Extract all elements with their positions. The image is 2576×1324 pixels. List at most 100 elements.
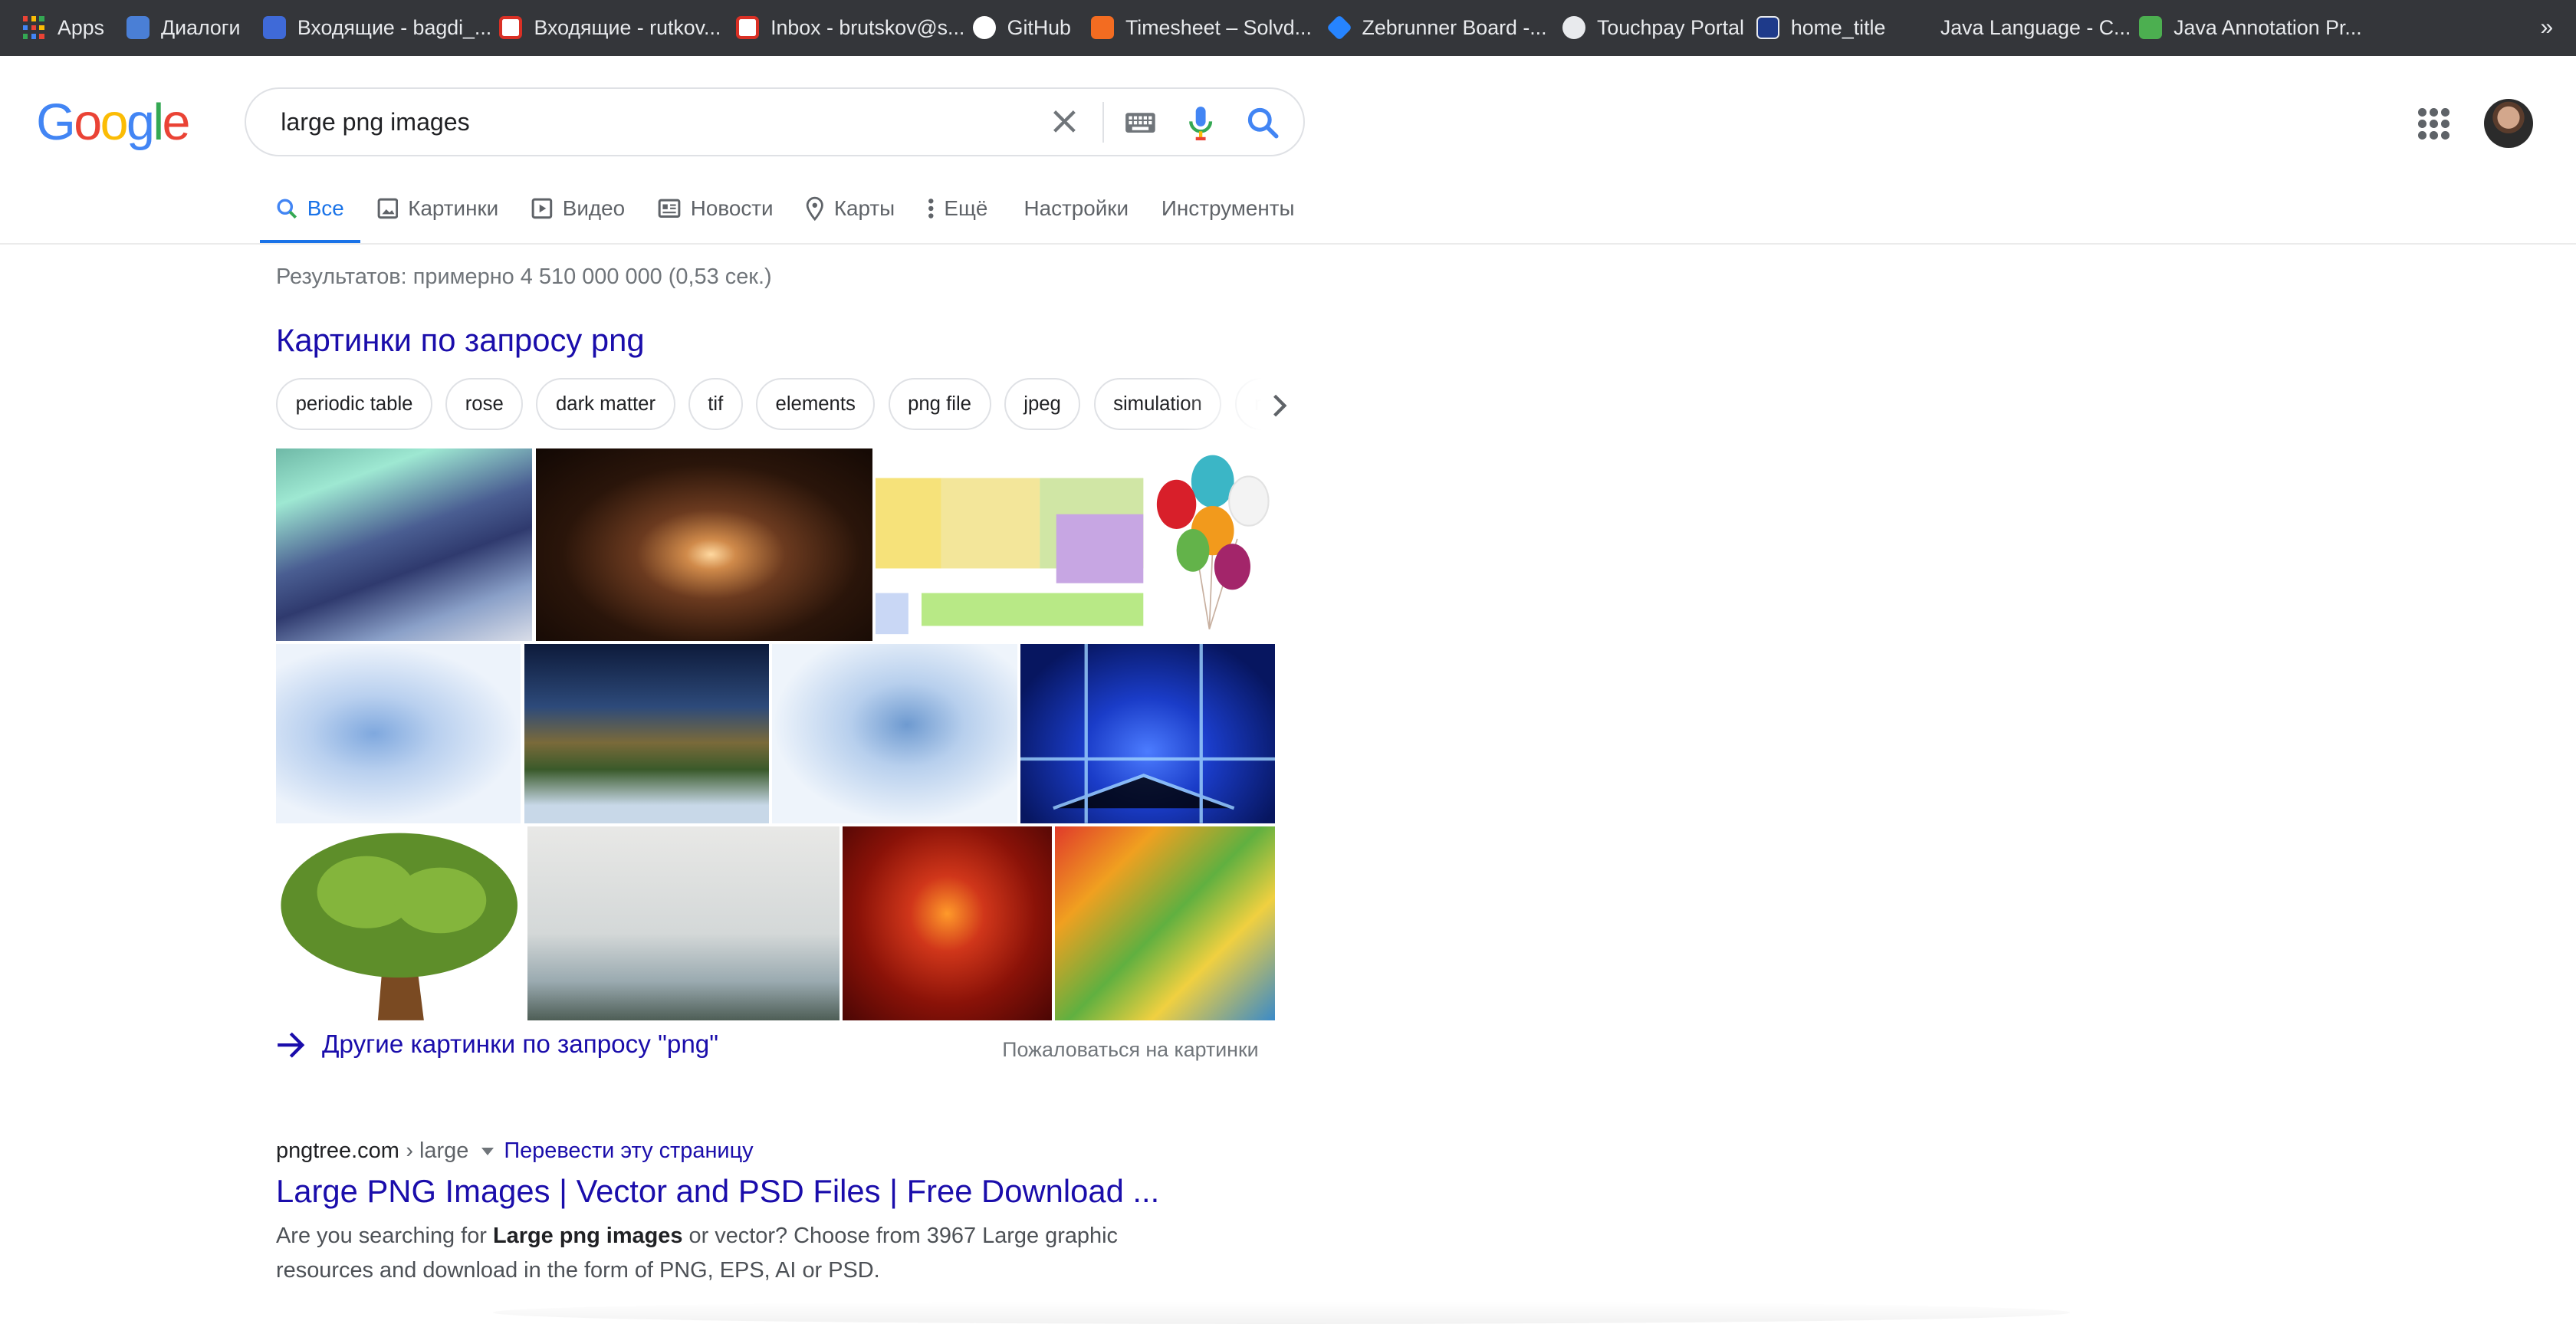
tab-label: Настройки xyxy=(1024,196,1129,221)
tab-label: Ещё xyxy=(944,196,988,221)
bookmarks-overflow-button[interactable]: » xyxy=(2541,15,2554,41)
avatar[interactable] xyxy=(2484,98,2534,148)
bookmark-apps[interactable]: Apps xyxy=(23,0,104,56)
tab-label: Видео xyxy=(562,196,626,221)
image-thumbnail-dark-matter[interactable] xyxy=(843,826,1052,1020)
chip[interactable]: rose xyxy=(445,377,524,431)
ics-icon xyxy=(1756,16,1779,40)
image-thumbnail-galaxy[interactable] xyxy=(535,448,872,641)
bookmark-label: Inbox - brutskov@s... xyxy=(770,15,965,39)
bookmark-dialogs[interactable]: Диалоги xyxy=(127,0,240,56)
tab-label: Все xyxy=(307,196,344,221)
gmail-icon xyxy=(736,16,760,40)
more-images-label: Другие картинки по запросу "png" xyxy=(322,1030,719,1059)
results-count: Результатов: примерно 4 510 000 000 (0,5… xyxy=(276,264,772,290)
tab-images[interactable]: Картинки xyxy=(360,177,515,239)
image-thumbnail-blue-cubes[interactable] xyxy=(1020,644,1275,823)
tab-label: Карты xyxy=(833,196,895,221)
logo-letter: G xyxy=(36,94,76,152)
chip[interactable]: tif xyxy=(688,377,743,431)
image-thumbnail-water-splash[interactable] xyxy=(276,644,521,823)
mail-icon xyxy=(262,16,286,40)
search-tabs: Все Картинки Видео Новости Карты Ещё Нас… xyxy=(259,177,1311,245)
chip[interactable]: jpeg xyxy=(1004,377,1081,431)
bookmark-inbox-brutskov[interactable]: Inbox - brutskov@s... xyxy=(736,0,964,56)
gmail-icon xyxy=(499,16,523,40)
tab-tools[interactable]: Инструменты xyxy=(1145,177,1310,239)
report-images-link[interactable]: Пожаловаться на картинки xyxy=(1002,1038,1258,1062)
bookmark-inbox-rutkov[interactable]: Входящие - rutkov... xyxy=(499,0,721,56)
snippet-bold: Large png images xyxy=(492,1224,683,1249)
microphone-icon[interactable] xyxy=(1188,105,1214,141)
bookmark-label: Java Language - C... xyxy=(1940,15,2131,39)
images-heading-link[interactable]: Картинки по запросу png xyxy=(276,322,645,359)
search-input[interactable] xyxy=(278,107,1007,139)
video-icon xyxy=(531,198,553,219)
search-icon xyxy=(277,199,297,219)
image-thumbnail-tree[interactable] xyxy=(276,826,524,1020)
chip[interactable]: periodic table xyxy=(276,377,433,431)
search-divider xyxy=(1102,101,1104,143)
jira-icon xyxy=(1326,15,1352,41)
result-breadcrumb: pngtree.com › large Перевести эту страни… xyxy=(276,1138,754,1164)
globe-icon xyxy=(1562,16,1585,40)
bookmark-label: Входящие - bagdi_... xyxy=(297,15,492,39)
logo-letter: l xyxy=(153,94,164,152)
chat-bubble-icon xyxy=(127,16,150,40)
translate-link[interactable]: Перевести эту страницу xyxy=(504,1138,753,1164)
tab-label: Картинки xyxy=(408,196,499,221)
bookmark-label: Touchpay Portal xyxy=(1596,15,1744,39)
bookmark-java-language[interactable]: Java Language - C... xyxy=(1906,0,2131,56)
header-divider xyxy=(0,243,2576,245)
image-thumbnail-aurora[interactable] xyxy=(276,448,533,641)
image-thumbnail-grass-flower[interactable] xyxy=(527,826,840,1020)
bookmark-inbox-bagdi[interactable]: Входящие - bagdi_... xyxy=(262,0,492,56)
bookmark-label: Timesheet – Solvd... xyxy=(1125,15,1312,39)
tab-news[interactable]: Новости xyxy=(642,177,790,239)
bookmark-timesheet[interactable]: Timesheet – Solvd... xyxy=(1090,0,1312,56)
keyboard-icon[interactable] xyxy=(1124,110,1157,136)
search-box xyxy=(245,87,1305,156)
logo-letter: o xyxy=(100,94,129,152)
clear-icon[interactable] xyxy=(1048,105,1081,138)
bookmark-label: GitHub xyxy=(1007,15,1071,39)
image-thumbnail-heatmap[interactable] xyxy=(1054,826,1275,1020)
tab-all[interactable]: Все xyxy=(259,177,361,245)
bookmarks-bar: Apps Диалоги Входящие - bagdi_... Входящ… xyxy=(0,0,2576,56)
image-thumbnail-balloons[interactable] xyxy=(1146,448,1275,641)
snippet-text: Are you searching for xyxy=(276,1224,493,1249)
image-icon xyxy=(377,198,398,219)
more-images-link[interactable]: Другие картинки по запросу "png" xyxy=(276,1030,718,1060)
tab-more[interactable]: Ещё xyxy=(912,177,1004,239)
tab-maps[interactable]: Карты xyxy=(790,177,912,239)
logo-letter: e xyxy=(162,94,191,152)
image-thumbnail-world-map[interactable] xyxy=(524,644,769,823)
chevron-right-icon[interactable] xyxy=(1268,393,1291,419)
image-thumbnail-periodic-table[interactable] xyxy=(876,448,1144,641)
related-chips: periodic table rose dark matter tif elem… xyxy=(276,377,1262,434)
tab-label: Новости xyxy=(690,196,774,221)
tab-settings[interactable]: Настройки xyxy=(1007,177,1145,239)
bookmark-zebrunner[interactable]: Zebrunner Board -... xyxy=(1326,0,1547,56)
chip[interactable]: elements xyxy=(755,377,876,431)
bookmark-github[interactable]: GitHub xyxy=(972,0,1071,56)
chip[interactable]: dark matter xyxy=(536,377,675,431)
bookmark-home-title[interactable]: home_title xyxy=(1756,0,1885,56)
bottom-shadow xyxy=(492,1301,2071,1324)
search-icon[interactable] xyxy=(1245,105,1281,141)
bookmark-label: Java Annotation Pr... xyxy=(2174,15,2362,39)
google-logo[interactable]: Google xyxy=(36,94,191,152)
leaf-icon xyxy=(2139,16,2163,40)
bookmark-touchpay[interactable]: Touchpay Portal xyxy=(1562,0,1744,56)
tab-video[interactable]: Видео xyxy=(515,177,642,239)
bookmark-java-annotation[interactable]: Java Annotation Pr... xyxy=(2139,0,2362,56)
harvest-icon xyxy=(1090,16,1114,40)
google-apps-icon[interactable] xyxy=(2418,108,2450,140)
caret-down-icon[interactable] xyxy=(481,1147,495,1155)
tab-label: Инструменты xyxy=(1161,196,1295,221)
map-pin-icon xyxy=(807,196,824,222)
bookmark-label: Диалоги xyxy=(161,15,241,39)
chip[interactable]: png file xyxy=(888,377,991,431)
result-title-link[interactable]: Large PNG Images | Vector and PSD Files … xyxy=(276,1173,1159,1210)
image-thumbnail-water-splash[interactable] xyxy=(772,644,1017,823)
